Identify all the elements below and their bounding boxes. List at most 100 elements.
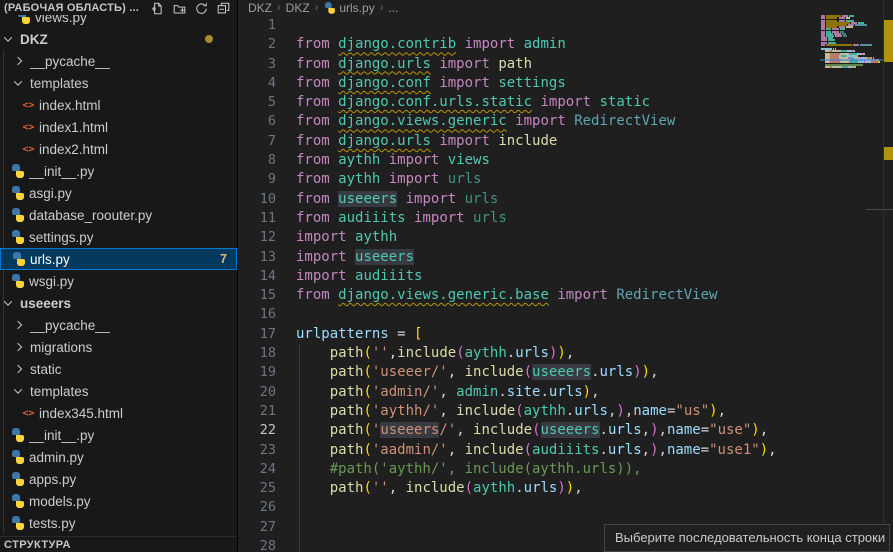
tree-item-label: templates	[30, 384, 89, 399]
code-line-4[interactable]: 4from django.conf import settings	[239, 74, 893, 93]
tree-item-admin-py[interactable]: admin.py	[0, 446, 237, 468]
explorer-actions	[151, 2, 230, 15]
line-number: 14	[239, 267, 276, 286]
tree-item-label: tests.py	[29, 516, 76, 531]
tree-item-apps-py[interactable]: apps.py	[0, 468, 237, 490]
code-line-20[interactable]: 20 path('admin/', admin.site.urls),	[239, 383, 893, 402]
tree-item-dkz[interactable]: DKZ	[0, 28, 237, 50]
tree-item-static[interactable]: static	[0, 358, 237, 380]
tree-item-pycache[interactable]: __pycache__	[0, 314, 237, 336]
code-line-1[interactable]: 1	[239, 16, 893, 35]
tree-item-index2-html[interactable]: index2.html	[0, 138, 237, 160]
code-line-5[interactable]: 5from django.conf.urls.static import sta…	[239, 93, 893, 112]
code-line-3[interactable]: 3from django.urls import path	[239, 55, 893, 74]
code-line-2[interactable]: 2from django.contrib import admin	[239, 35, 893, 54]
code-line-16[interactable]: 16	[239, 305, 893, 324]
code-line-24[interactable]: 24 #path('aythh/', include(aythh.urls)),	[239, 460, 893, 479]
line-content: from aythh import views	[276, 151, 490, 170]
tree-item-index345-html[interactable]: index345.html	[0, 402, 237, 424]
tree-item-label: index1.html	[39, 120, 108, 135]
code-line-10[interactable]: 10from useeers import urls	[239, 190, 893, 209]
refresh-icon[interactable]	[195, 2, 208, 15]
line-number: 25	[239, 479, 276, 498]
breadcrumb: DKZ›DKZ›urls.py›...	[239, 0, 893, 16]
tree-item-models-py[interactable]: models.py	[0, 490, 237, 512]
code-line-7[interactable]: 7from django.urls import include	[239, 132, 893, 151]
breadcrumb-item-urls-py[interactable]: urls.py	[323, 1, 374, 15]
collapse-folders-icon[interactable]	[217, 2, 230, 15]
tree-item-urls-py[interactable]: urls.py7	[0, 248, 237, 270]
outline-section-header[interactable]: СТРУКТУРА	[0, 536, 237, 552]
code-line-19[interactable]: 19 path('useeer/', include(useeers.urls)…	[239, 363, 893, 382]
tree-item-index-html[interactable]: index.html	[0, 94, 237, 116]
python-file-icon	[11, 428, 25, 442]
line-content: import aythh	[276, 228, 397, 247]
line-number: 22	[239, 421, 276, 440]
tree-item-useeers[interactable]: useeers	[0, 292, 237, 314]
ruler-warning-mark	[884, 147, 893, 160]
line-number: 28	[239, 537, 276, 552]
tree-item-asgi-py[interactable]: asgi.py	[0, 182, 237, 204]
file-tree: views.pyDKZ__pycache__templatesindex.htm…	[0, 6, 237, 534]
minimap[interactable]	[821, 13, 883, 213]
tree-item-index1-html[interactable]: index1.html	[0, 116, 237, 138]
html-file-icon	[21, 144, 36, 155]
tree-item-templates[interactable]: templates	[0, 72, 237, 94]
code-line-18[interactable]: 18 path('',include(aythh.urls)),	[239, 344, 893, 363]
line-content: from django.conf import settings	[276, 74, 566, 93]
chevron-down-icon	[4, 297, 12, 305]
tree-item-init-py[interactable]: __init__.py	[0, 160, 237, 182]
code-line-14[interactable]: 14import audiiits	[239, 267, 893, 286]
code-line-25[interactable]: 25 path('', include(aythh.urls)),	[239, 479, 893, 498]
new-folder-icon[interactable]	[173, 2, 186, 15]
code-line-22[interactable]: 22 path('useeers/', include(useeers.urls…	[239, 421, 893, 440]
code-line-15[interactable]: 15from django.views.generic.base import …	[239, 286, 893, 305]
line-content	[276, 537, 296, 552]
tree-item-database-roouter-py[interactable]: database_roouter.py	[0, 204, 237, 226]
python-file-icon	[11, 450, 25, 464]
chevron-down-icon	[14, 77, 22, 85]
tree-item-templates[interactable]: templates	[0, 380, 237, 402]
code-line-9[interactable]: 9from aythh import urls	[239, 170, 893, 189]
tree-item-tests-py[interactable]: tests.py	[0, 512, 237, 534]
code-line-21[interactable]: 21 path('aythh/', include(aythh.urls,),n…	[239, 402, 893, 421]
chevron-right-icon	[14, 57, 22, 65]
line-number: 3	[239, 55, 276, 74]
code-line-8[interactable]: 8from aythh import views	[239, 151, 893, 170]
line-number: 7	[239, 132, 276, 151]
line-content: path('', include(aythh.urls)),	[276, 479, 583, 498]
code-line-11[interactable]: 11from audiiits import urls	[239, 209, 893, 228]
line-content: from django.urls import path	[276, 55, 532, 74]
tree-item-settings-py[interactable]: settings.py	[0, 226, 237, 248]
line-number: 2	[239, 35, 276, 54]
tree-item-migrations[interactable]: migrations	[0, 336, 237, 358]
tree-item-label: apps.py	[29, 472, 76, 487]
code-line-26[interactable]: 26	[239, 498, 893, 517]
breadcrumb-item-[interactable]: ...	[388, 1, 398, 15]
code-line-13[interactable]: 13import useeers	[239, 248, 893, 267]
tree-item-wsgi-py[interactable]: wsgi.py	[0, 270, 237, 292]
overview-ruler[interactable]	[884, 0, 893, 552]
tree-item-label: index345.html	[39, 406, 123, 421]
code-line-23[interactable]: 23 path('aadmin/', include(audiiits.urls…	[239, 441, 893, 460]
code-line-12[interactable]: 12import aythh	[239, 228, 893, 247]
tree-item-init-py[interactable]: __init__.py	[0, 424, 237, 446]
tree-item-pycache[interactable]: __pycache__	[0, 50, 237, 72]
code-area[interactable]: 12from django.contrib import admin3from …	[239, 16, 893, 552]
breadcrumb-item-dkz[interactable]: DKZ	[286, 1, 310, 15]
tree-item-label: index.html	[39, 98, 101, 113]
python-file-icon	[11, 494, 25, 508]
code-line-6[interactable]: 6from django.views.generic import Redire…	[239, 112, 893, 131]
line-number: 27	[239, 518, 276, 537]
line-content: path('useeers/', include(useeers.urls,),…	[276, 421, 768, 440]
breadcrumb-label: ...	[388, 1, 398, 15]
tree-item-label: migrations	[30, 340, 92, 355]
tree-item-label: urls.py	[30, 252, 70, 267]
line-content: from django.urls import include	[276, 132, 557, 151]
code-line-17[interactable]: 17urlpatterns = [	[239, 325, 893, 344]
new-file-icon[interactable]	[151, 2, 164, 15]
breadcrumb-item-dkz[interactable]: DKZ	[248, 1, 272, 15]
tree-item-label: DKZ	[20, 32, 48, 47]
line-number: 12	[239, 228, 276, 247]
breadcrumb-separator: ›	[277, 2, 281, 14]
